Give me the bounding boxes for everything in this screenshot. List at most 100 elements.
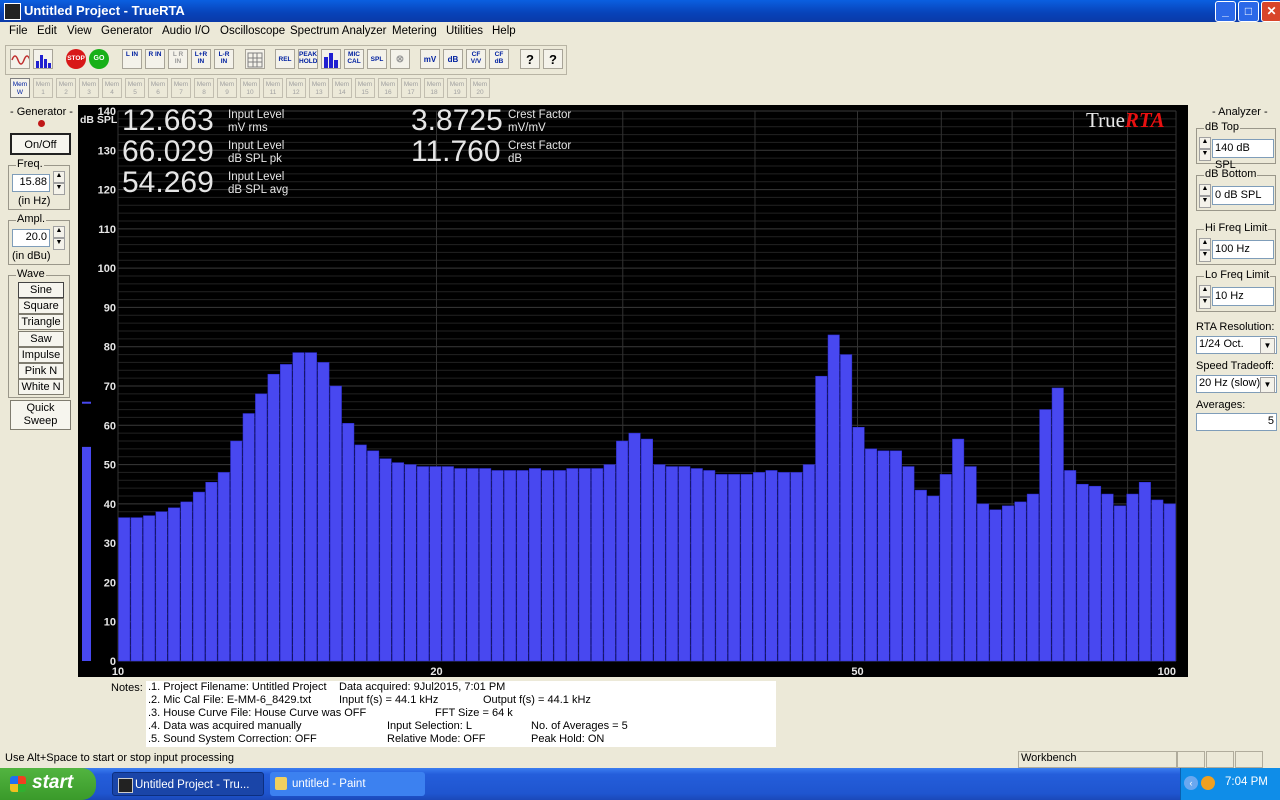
memory-button-11[interactable]: Mem 11 (263, 78, 283, 98)
task-paint[interactable]: untitled - Paint (270, 772, 425, 796)
wave-triangle-button[interactable]: Triangle (18, 314, 64, 330)
task-truerta[interactable]: Untitled Project - Tru... (112, 772, 264, 796)
memory-button-2[interactable]: Mem 2 (56, 78, 76, 98)
speed-tradeoff-select[interactable]: 20 Hz (slow) ▼ (1196, 375, 1277, 393)
start-button[interactable]: start (0, 768, 96, 800)
memory-button-14[interactable]: Mem 14 (332, 78, 352, 98)
freq-up-button[interactable]: ▲ (53, 171, 65, 183)
generator-onoff-button[interactable]: On/Off (10, 133, 71, 155)
readout-db-pk-value: 66.029 (122, 135, 214, 168)
lo-freq-up-button[interactable]: ▲ (1199, 285, 1211, 297)
ampl-down-button[interactable]: ▼ (53, 238, 65, 250)
wave-impulse-button[interactable]: Impulse (18, 347, 64, 363)
menu-metering[interactable]: Metering (392, 25, 437, 37)
crest-factor-db-button[interactable]: CF dB (489, 49, 509, 69)
memory-button-8[interactable]: Mem 8 (194, 78, 214, 98)
go-button[interactable]: GO (89, 49, 109, 69)
stereo-input-button[interactable]: L R IN (168, 49, 188, 69)
title-bar[interactable]: Untitled Project - TrueRTA _ □ ✕ (0, 0, 1280, 22)
bar-graph-button[interactable] (321, 49, 341, 69)
menu-spectrum-analyzer[interactable]: Spectrum Analyzer (290, 25, 387, 37)
db-top-up-button[interactable]: ▲ (1199, 137, 1211, 149)
app-icon[interactable] (4, 3, 21, 20)
chevron-down-icon[interactable]: ▼ (1260, 377, 1275, 393)
memory-button-5[interactable]: Mem 5 (125, 78, 145, 98)
sum-input-button[interactable]: L+R IN (191, 49, 211, 69)
spectrum-view-button[interactable] (33, 49, 53, 69)
relative-button[interactable]: REL (275, 49, 295, 69)
right-input-button[interactable]: R IN (145, 49, 165, 69)
memory-button-12[interactable]: Mem 12 (286, 78, 306, 98)
ampl-up-button[interactable]: ▲ (53, 226, 65, 238)
db-top-down-button[interactable]: ▼ (1199, 149, 1211, 161)
tray-expand-icon[interactable]: ‹ (1184, 776, 1198, 790)
mv-button[interactable]: mV (420, 49, 440, 69)
rta-resolution-select[interactable]: 1/24 Oct. ▼ (1196, 336, 1277, 354)
memory-button-3[interactable]: Mem 3 (79, 78, 99, 98)
menu-audio-io[interactable]: Audio I/O (162, 25, 210, 37)
menu-utilities[interactable]: Utilities (446, 25, 483, 37)
stop-button[interactable]: STOP (66, 49, 86, 69)
menu-help[interactable]: Help (492, 25, 516, 37)
wave-sine-button[interactable]: Sine (18, 282, 64, 298)
db-bottom-down-button[interactable]: ▼ (1199, 196, 1211, 208)
spl-button[interactable]: SPL (367, 49, 387, 69)
memory-button-0[interactable]: Mem W (10, 78, 30, 98)
memory-button-10[interactable]: Mem 10 (240, 78, 260, 98)
memory-button-7[interactable]: Mem 7 (171, 78, 191, 98)
menu-oscilloscope[interactable]: Oscilloscope (220, 25, 285, 37)
lo-freq-input[interactable]: 10 Hz (1212, 287, 1274, 306)
memory-button-16[interactable]: Mem 16 (378, 78, 398, 98)
maximize-button[interactable]: □ (1238, 1, 1259, 22)
chevron-down-icon[interactable]: ▼ (1260, 338, 1275, 354)
wave-saw-button[interactable]: Saw (18, 331, 64, 347)
averages-input[interactable]: 5 (1196, 413, 1277, 431)
ampl-input[interactable]: 20.0 (12, 229, 50, 247)
quick-sweep-button[interactable]: Quick Sweep (10, 400, 71, 430)
db-button[interactable]: dB (443, 49, 463, 69)
close-button[interactable]: ✕ (1261, 1, 1280, 22)
peak-hold-button[interactable]: PEAK HOLD (298, 49, 318, 69)
freq-down-button[interactable]: ▼ (53, 183, 65, 195)
note-line-5-col1: .5. Sound System Correction: OFF (148, 733, 317, 745)
minimize-button[interactable]: _ (1215, 1, 1236, 22)
mic-cal-button[interactable]: MIC CAL (344, 49, 364, 69)
left-input-button[interactable]: L IN (122, 49, 142, 69)
wave-square-button[interactable]: Square (18, 298, 64, 314)
menu-generator[interactable]: Generator (101, 25, 153, 37)
memory-button-18[interactable]: Mem 18 (424, 78, 444, 98)
hi-freq-up-button[interactable]: ▲ (1199, 238, 1211, 250)
hi-freq-down-button[interactable]: ▼ (1199, 250, 1211, 262)
memory-button-17[interactable]: Mem 17 (401, 78, 421, 98)
difference-input-button[interactable]: L-R IN (214, 49, 234, 69)
db-top-input[interactable]: 140 dB SPL (1212, 139, 1274, 171)
wave-white-noise-button[interactable]: White N (18, 379, 64, 395)
memory-button-4[interactable]: Mem 4 (102, 78, 122, 98)
memory-button-9[interactable]: Mem 9 (217, 78, 237, 98)
grid-button[interactable] (245, 49, 265, 69)
oscilloscope-view-button[interactable] (10, 49, 30, 69)
hi-freq-input[interactable]: 100 Hz (1212, 240, 1274, 259)
db-bottom-input[interactable]: 0 dB SPL (1212, 186, 1274, 205)
crest-factor-vv-button[interactable]: CF V/V (466, 49, 486, 69)
menu-view[interactable]: View (67, 25, 92, 37)
memory-button-1[interactable]: Mem 1 (33, 78, 53, 98)
context-help-button[interactable]: ? (543, 49, 563, 69)
memory-button-15[interactable]: Mem 15 (355, 78, 375, 98)
db-bottom-up-button[interactable]: ▲ (1199, 184, 1211, 196)
memory-button-6[interactable]: Mem 6 (148, 78, 168, 98)
memory-button-20[interactable]: Mem 20 (470, 78, 490, 98)
db-bottom-label: dB Bottom (1204, 168, 1258, 180)
memory-button-19[interactable]: Mem 19 (447, 78, 467, 98)
help-button[interactable]: ? (520, 49, 540, 69)
menu-edit[interactable]: Edit (37, 25, 57, 37)
memory-button-13[interactable]: Mem 13 (309, 78, 329, 98)
menu-file[interactable]: File (9, 25, 28, 37)
lo-freq-down-button[interactable]: ▼ (1199, 297, 1211, 309)
tray-app-icon[interactable] (1201, 776, 1215, 790)
clear-button[interactable]: ⊗ (390, 49, 410, 69)
wave-pink-noise-button[interactable]: Pink N (18, 363, 64, 379)
spectrum-bar (765, 470, 778, 662)
spectrum-bar (242, 413, 255, 662)
freq-input[interactable]: 15.88 (12, 174, 50, 192)
